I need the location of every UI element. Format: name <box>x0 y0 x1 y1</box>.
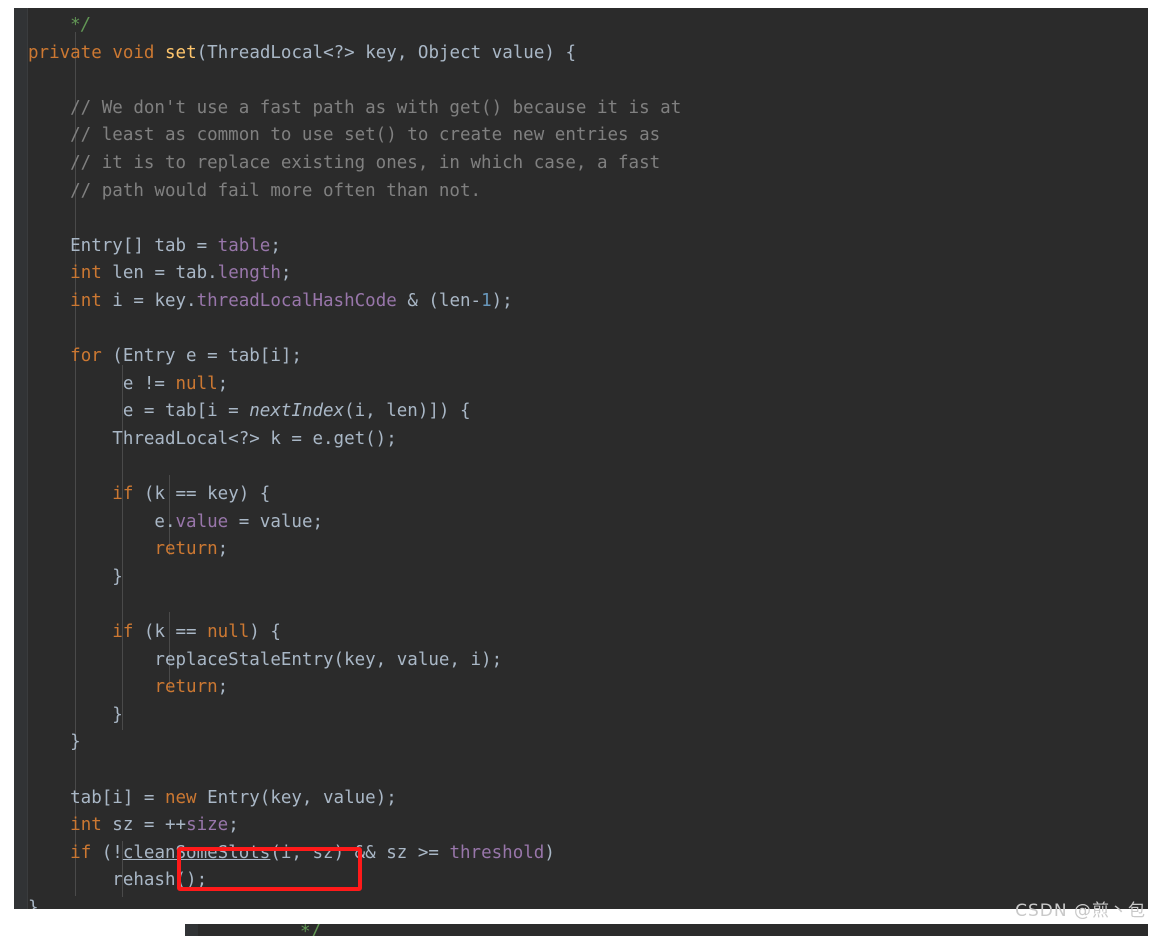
code-line-25[interactable]: return; <box>28 674 1148 702</box>
code-line-14[interactable]: e != null; <box>28 371 1148 399</box>
secondary-panel-javadoc-sliver: */ <box>300 924 322 936</box>
code-line-19[interactable]: e.value = value; <box>28 509 1148 537</box>
code-line-2[interactable]: private void set(ThreadLocal<?> key, Obj… <box>28 40 1148 68</box>
code-line-28[interactable] <box>28 757 1148 785</box>
secondary-code-panel[interactable]: */ <box>185 924 1148 936</box>
code-line-8[interactable] <box>28 205 1148 233</box>
csdn-watermark: CSDN @煎丶包 <box>1015 901 1146 921</box>
code-line-26[interactable]: } <box>28 702 1148 730</box>
source-code[interactable]: */ private void set(ThreadLocal<?> key, O… <box>28 12 1148 909</box>
code-line-6[interactable]: // it is to replace existing ones, in wh… <box>28 150 1148 178</box>
code-line-29[interactable]: tab[i] = new Entry(key, value); <box>28 785 1148 813</box>
code-line-16[interactable]: ThreadLocal<?> k = e.get(); <box>28 426 1148 454</box>
code-line-21[interactable]: } <box>28 564 1148 592</box>
code-line-12[interactable] <box>28 316 1148 344</box>
javadoc-end-token: */ <box>28 15 92 35</box>
code-line-18[interactable]: if (k == key) { <box>28 481 1148 509</box>
code-line-32[interactable]: rehash(); <box>28 867 1148 895</box>
editor-gutter[interactable] <box>14 8 27 909</box>
code-line-11[interactable]: int i = key.threadLocalHashCode & (len-1… <box>28 288 1148 316</box>
code-line-9[interactable]: Entry[] tab = table; <box>28 233 1148 261</box>
code-editor-panel[interactable]: */ private void set(ThreadLocal<?> key, O… <box>14 8 1148 909</box>
code-line-1[interactable]: */ <box>28 12 1148 40</box>
code-line-20[interactable]: return; <box>28 536 1148 564</box>
code-line-4[interactable]: // We don't use a fast path as with get(… <box>28 95 1148 123</box>
code-line-31[interactable]: if (!cleanSomeSlots(i, sz) && sz >= thre… <box>28 840 1148 868</box>
code-line-24[interactable]: replaceStaleEntry(key, value, i); <box>28 647 1148 675</box>
code-line-27[interactable]: } <box>28 729 1148 757</box>
code-line-15[interactable]: e = tab[i = nextIndex(i, len)]) { <box>28 398 1148 426</box>
code-line-5[interactable]: // least as common to use set() to creat… <box>28 122 1148 150</box>
code-line-33[interactable]: } <box>28 895 1148 909</box>
code-line-30[interactable]: int sz = ++size; <box>28 812 1148 840</box>
code-line-22[interactable] <box>28 591 1148 619</box>
code-line-23[interactable]: if (k == null) { <box>28 619 1148 647</box>
code-line-3[interactable] <box>28 67 1148 95</box>
code-line-7[interactable]: // path would fail more often than not. <box>28 178 1148 206</box>
code-content-area[interactable]: */ private void set(ThreadLocal<?> key, O… <box>28 8 1148 909</box>
secondary-panel-gutter <box>185 924 198 936</box>
code-line-10[interactable]: int len = tab.length; <box>28 260 1148 288</box>
code-line-17[interactable] <box>28 454 1148 482</box>
code-line-13[interactable]: for (Entry e = tab[i]; <box>28 343 1148 371</box>
